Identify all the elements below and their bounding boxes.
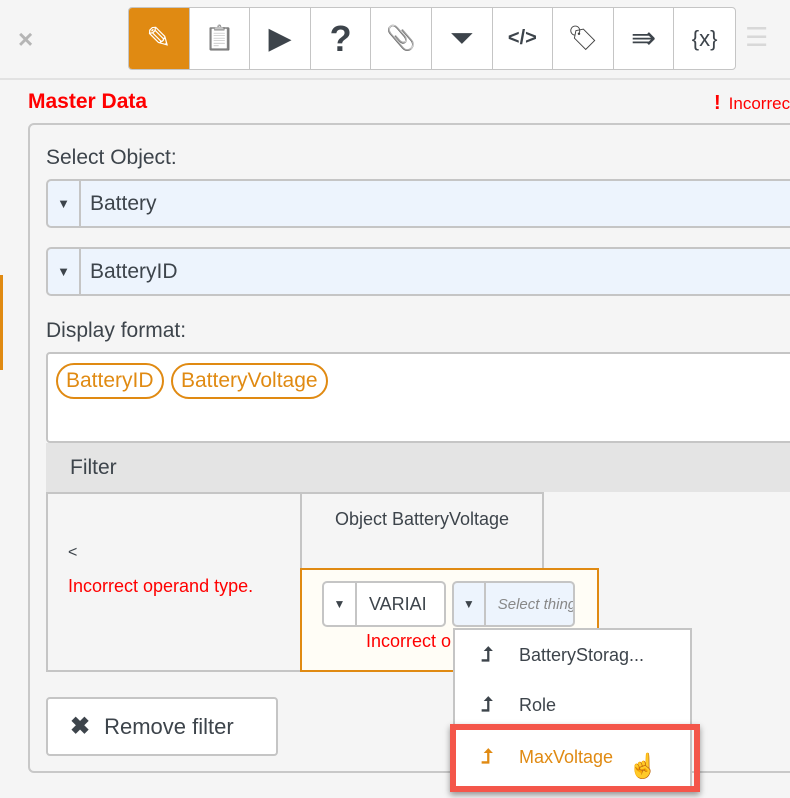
display-format-field[interactable]: BatteryID BatteryVoltage bbox=[46, 352, 790, 443]
filter-header: Filter bbox=[46, 443, 790, 492]
filter-icon[interactable]: ⏷ bbox=[432, 8, 493, 69]
option-batterystorage[interactable]: ⮥ BatteryStorag... bbox=[455, 630, 690, 680]
variable-icon[interactable]: {x} bbox=[674, 8, 735, 69]
highlight-box bbox=[450, 724, 700, 792]
attribute-select[interactable]: ▼ BatteryID bbox=[46, 247, 790, 296]
help-icon[interactable]: ? bbox=[311, 8, 372, 69]
operator-error: Incorrect operand type. bbox=[68, 576, 254, 596]
caret-down-icon[interactable]: ▼ bbox=[48, 249, 81, 294]
pencil-icon[interactable]: ✎ bbox=[129, 8, 190, 69]
relation-icon: ⮥ bbox=[481, 643, 493, 666]
select-object-label: Select Object: bbox=[46, 146, 177, 169]
object-select[interactable]: ▼ Battery bbox=[46, 179, 790, 228]
checklist-icon[interactable]: 📋 bbox=[190, 8, 251, 69]
relation-icon: ⮥ bbox=[481, 693, 493, 716]
remove-filter-button[interactable]: ✖ Remove filter bbox=[46, 697, 278, 756]
error-message: ! Incorrect bbox=[714, 92, 790, 115]
play-icon[interactable]: ▶ bbox=[250, 8, 311, 69]
toolbar: ✎ 📋 ▶ ? 📎 ⏷ </> 🏷 ⇛ {x} bbox=[128, 7, 736, 70]
remove-filter-label: Remove filter bbox=[104, 713, 234, 739]
type-select[interactable]: ▼ VARIAI bbox=[322, 581, 446, 627]
tags-icon[interactable]: 🏷 bbox=[553, 8, 614, 69]
attribute-placeholder[interactable]: Select thing bbox=[486, 583, 573, 625]
error-text: Incorrect bbox=[728, 94, 790, 113]
option-label: Role bbox=[519, 694, 557, 715]
caret-down-icon[interactable]: ▼ bbox=[454, 583, 486, 625]
object-value: Battery bbox=[90, 191, 157, 215]
attribute-value: BatteryID bbox=[90, 259, 178, 283]
left-operand[interactable]: Object BatteryVoltage bbox=[300, 492, 544, 570]
error-icon: ! bbox=[714, 92, 721, 114]
hand-cursor-icon: ☝ bbox=[628, 753, 658, 780]
caret-down-icon[interactable]: ▼ bbox=[48, 181, 81, 226]
type-value: VARIAI bbox=[369, 593, 427, 614]
side-tab[interactable] bbox=[0, 275, 3, 370]
right-operand-error: Incorrect operand type. bbox=[366, 631, 452, 651]
caret-down-icon[interactable]: ▼ bbox=[324, 583, 357, 625]
attribute-picker[interactable]: ▼ Select thing bbox=[452, 581, 575, 627]
code-icon[interactable]: </> bbox=[493, 8, 554, 69]
x-icon: ✖ bbox=[70, 713, 91, 740]
forward-icon[interactable]: ⇛ bbox=[614, 8, 675, 69]
chip-batteryid[interactable]: BatteryID bbox=[56, 363, 164, 399]
list-icon[interactable]: ☰ bbox=[745, 22, 768, 53]
display-format-label: Display format: bbox=[46, 319, 187, 342]
chip-batteryvoltage[interactable]: BatteryVoltage bbox=[170, 363, 328, 399]
option-label: BatteryStorag... bbox=[519, 644, 645, 665]
close-button[interactable]: × bbox=[18, 24, 33, 55]
paperclip-icon[interactable]: 📎 bbox=[371, 8, 432, 69]
option-role[interactable]: ⮥ Role bbox=[455, 680, 690, 730]
operator-cell[interactable]: < Incorrect operand type. bbox=[46, 492, 302, 672]
divider bbox=[0, 78, 790, 80]
operator: < bbox=[68, 544, 78, 561]
section-title: Master Data bbox=[28, 90, 148, 113]
